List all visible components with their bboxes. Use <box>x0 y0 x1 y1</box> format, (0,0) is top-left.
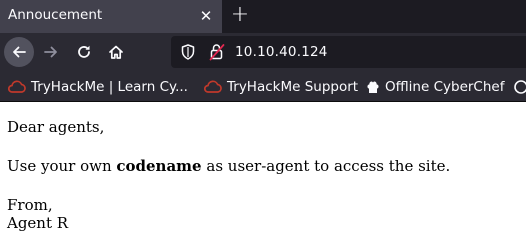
bookmark-label: TryHackMe | Learn Cy... <box>31 79 188 95</box>
page-content: Dear agents, Use your own codename as us… <box>0 102 526 252</box>
bookmark-overflow[interactable] <box>514 77 526 97</box>
message-after: as user-agent to access the site. <box>201 157 451 175</box>
home-button[interactable] <box>101 37 131 67</box>
home-icon <box>109 45 123 59</box>
bookmark-offline-cyberchef[interactable]: Offline CyberChef <box>366 77 504 97</box>
forward-icon <box>44 46 57 58</box>
reload-icon <box>78 45 90 58</box>
url-bar[interactable]: 10.10.40.124 <box>171 36 526 68</box>
bookmark-label: Offline CyberChef <box>385 79 505 95</box>
forward-button[interactable] <box>36 37 66 67</box>
message: Use your own codename as user-agent to a… <box>7 157 450 175</box>
tab-title: Annoucement <box>8 7 103 23</box>
tab-announcement[interactable]: Annoucement ✕ <box>0 0 222 33</box>
bookmark-label: TryHackMe Support <box>227 79 359 95</box>
url-text[interactable]: 10.10.40.124 <box>235 44 328 60</box>
signoff: From, <box>7 196 53 214</box>
reload-button[interactable] <box>69 37 99 67</box>
back-button[interactable] <box>4 37 34 67</box>
thm-bookmark-icon <box>204 80 222 93</box>
chef-hat-icon <box>367 81 379 93</box>
signature: Agent R <box>7 214 69 232</box>
bookmark-tryhackme-learn[interactable]: TryHackMe | Learn Cy... <box>8 77 188 97</box>
message-before: Use your own <box>7 157 117 175</box>
navigation-toolbar: 10.10.40.124 <box>0 33 526 71</box>
close-tab-icon[interactable]: ✕ <box>197 6 215 26</box>
bookmarks-toolbar: TryHackMe | Learn Cy... TryHackMe Suppor… <box>0 71 526 102</box>
globe-icon <box>514 80 526 94</box>
new-tab-button[interactable]: + <box>229 3 251 27</box>
bookmark-tryhackme-support[interactable]: TryHackMe Support <box>204 77 358 97</box>
greeting: Dear agents, <box>7 118 105 136</box>
back-icon <box>13 46 26 58</box>
thm-bookmark-icon <box>8 80 26 93</box>
tab-strip: Annoucement ✕ + <box>0 0 526 33</box>
codename-emphasis: codename <box>116 157 202 175</box>
shield-icon[interactable] <box>181 44 195 60</box>
insecure-lock-icon[interactable] <box>209 43 225 61</box>
